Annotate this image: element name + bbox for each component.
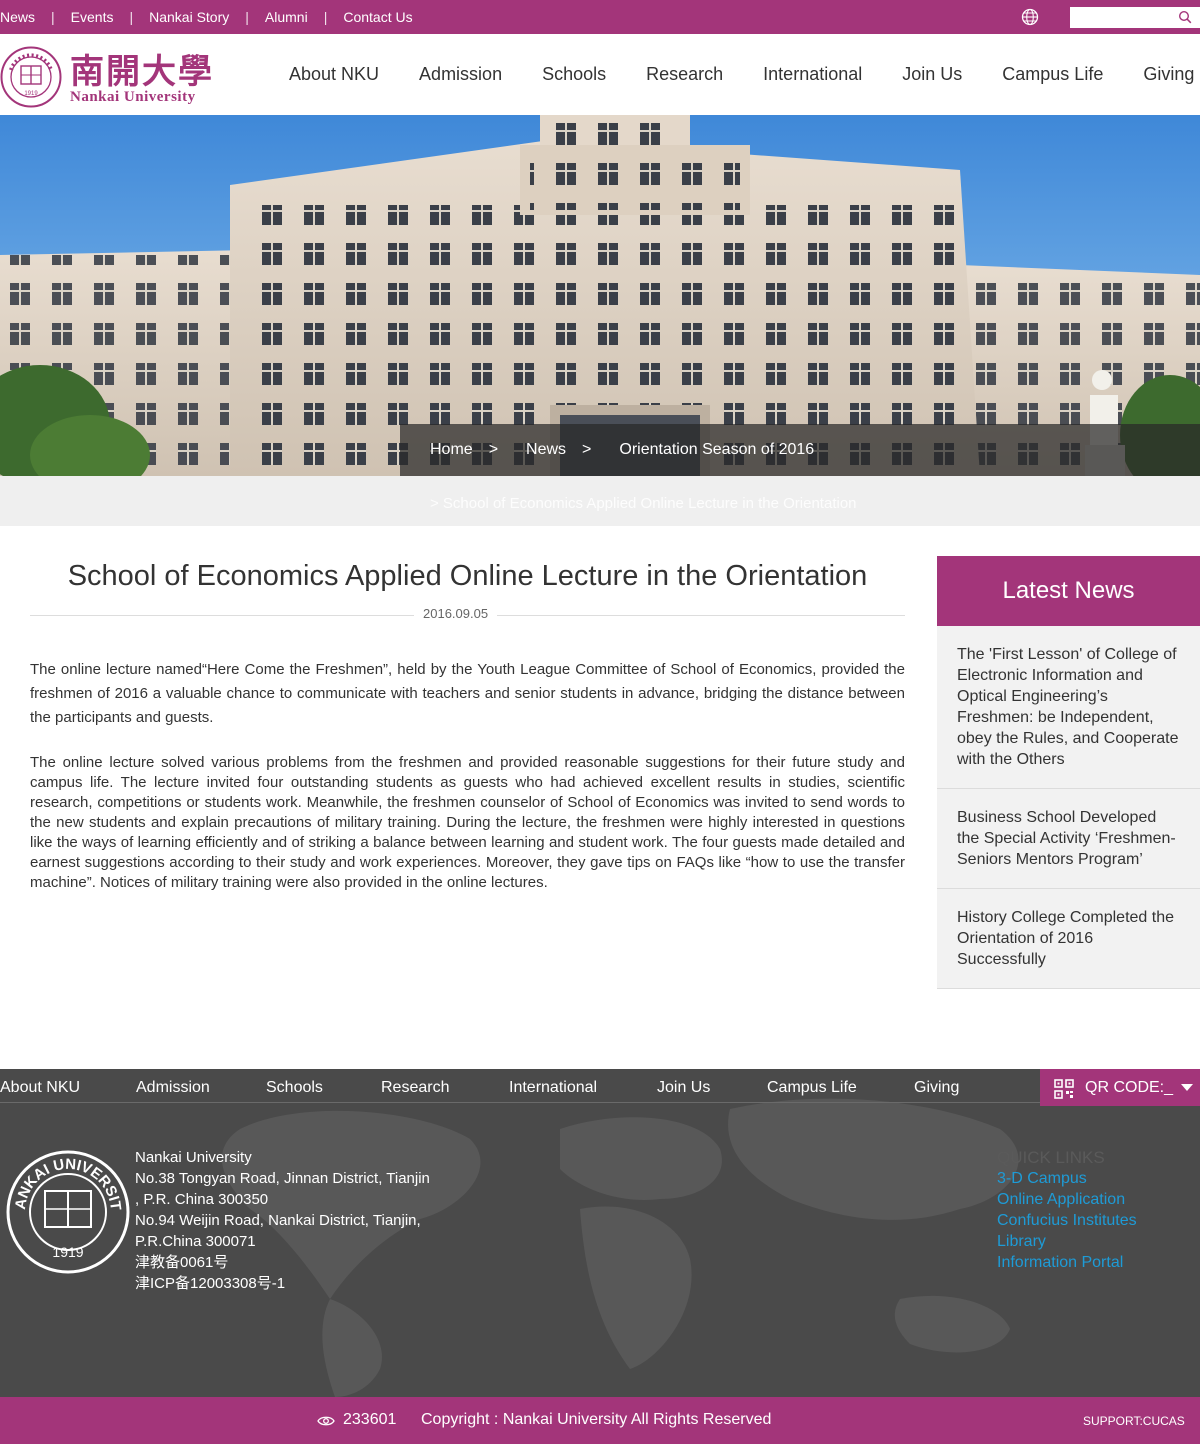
- footer-nav-schools[interactable]: Schools: [266, 1079, 323, 1097]
- nav-item-about-nku[interactable]: About NKU: [289, 64, 379, 85]
- university-seal-footer: NANKAI UNIVERSITY 1919: [5, 1149, 130, 1274]
- copyright-bar: 233601 Copyright : Nankai University All…: [0, 1397, 1200, 1444]
- site-header: 1919 南開大學 Nankai University About NKU Ad…: [0, 34, 1200, 115]
- logo-english-name[interactable]: Nankai University: [70, 89, 196, 106]
- quick-links: QUICK LINKS 3-D Campus Online Applicatio…: [997, 1147, 1137, 1273]
- utility-link-events[interactable]: Events: [71, 9, 114, 25]
- quick-link-confucius-institutes[interactable]: Confucius Institutes: [997, 1210, 1137, 1231]
- seal-year-text: 1919: [24, 91, 38, 97]
- utility-link-nankai-story[interactable]: Nankai Story: [149, 9, 229, 25]
- hero-banner: Home > News > Orientation Season of 2016: [0, 115, 1200, 476]
- qr-code-label: QR CODE:_: [1085, 1079, 1174, 1096]
- site-footer: About NKU Admission Schools Research Int…: [0, 1069, 1200, 1397]
- nav-item-campus-life[interactable]: Campus Life: [1002, 64, 1103, 85]
- university-seal-logo[interactable]: 1919: [0, 46, 62, 108]
- utility-link-contact-us[interactable]: Contact Us: [343, 9, 412, 25]
- logo-chinese-name[interactable]: 南開大學: [70, 44, 214, 93]
- qr-code-icon: [1054, 1079, 1074, 1099]
- breadcrumb: Home > News > Orientation Season of 2016: [400, 424, 1200, 476]
- campus-building-photo: [0, 115, 1200, 476]
- latest-news-item[interactable]: Business School Developed the Special Ac…: [937, 789, 1200, 889]
- footer-nav-international[interactable]: International: [509, 1079, 597, 1097]
- footer-nav-join-us[interactable]: Join Us: [657, 1079, 710, 1097]
- article-date: 2016.09.05: [414, 606, 498, 621]
- address-line[interactable]: 津教备0061号: [135, 1252, 455, 1273]
- nav-item-admission[interactable]: Admission: [419, 64, 502, 85]
- nav-item-giving[interactable]: Giving: [1143, 64, 1194, 85]
- nav-item-schools[interactable]: Schools: [542, 64, 606, 85]
- separator: |: [245, 9, 249, 25]
- latest-news-heading: Latest News: [937, 556, 1200, 626]
- seal-year-text: 1919: [52, 1244, 83, 1260]
- quick-links-heading: QUICK LINKS: [997, 1148, 1105, 1167]
- nav-item-international[interactable]: International: [763, 64, 862, 85]
- visit-counter: 233601: [343, 1411, 397, 1428]
- nav-item-join-us[interactable]: Join Us: [902, 64, 962, 85]
- separator: |: [323, 9, 328, 25]
- eye-icon: [317, 1416, 335, 1426]
- breadcrumb-news[interactable]: News: [526, 441, 566, 459]
- latest-news-item[interactable]: History College Completed the Orientatio…: [937, 889, 1200, 989]
- address-line: Nankai University: [135, 1149, 252, 1166]
- main-navigation: About NKU Admission Schools Research Int…: [289, 64, 1194, 85]
- footer-nav-admission[interactable]: Admission: [136, 1079, 210, 1097]
- utility-links: News | Events | Nankai Story | Alumni | …: [0, 0, 413, 34]
- quick-link-3d-campus[interactable]: 3-D Campus: [997, 1168, 1137, 1189]
- article-paragraph: The online lecture solved various proble…: [30, 754, 905, 891]
- breadcrumb-home[interactable]: Home: [430, 441, 473, 459]
- breadcrumb-current-page: > School of Economics Applied Online Lec…: [430, 495, 857, 512]
- utility-link-alumni[interactable]: Alumni: [265, 9, 308, 25]
- article-paragraph: The online lecture named“Here Come the F…: [30, 661, 905, 726]
- support-credit[interactable]: SUPPORT:CUCAS: [1083, 1414, 1185, 1428]
- quick-link-library[interactable]: Library: [997, 1231, 1137, 1252]
- address-line: , P.R. China 300350: [135, 1191, 269, 1208]
- quick-link-online-application[interactable]: Online Application: [997, 1189, 1137, 1210]
- address-line: No.38 Tongyan Road, Jinnan District, Tia…: [135, 1170, 430, 1187]
- chevron-down-icon: [1181, 1084, 1193, 1091]
- breadcrumb-separator: >: [582, 441, 592, 458]
- address-line: No.94 Weijin Road, Nankai District, Tian…: [135, 1212, 421, 1229]
- qr-code-dropdown[interactable]: QR CODE:_: [1040, 1069, 1200, 1106]
- sub-breadcrumb-bar: > School of Economics Applied Online Lec…: [0, 476, 1200, 526]
- seal-ring-text: NANKAI UNIVERSITY: [5, 1149, 124, 1211]
- search-icon[interactable]: [1178, 10, 1192, 24]
- article-title: School of Economics Applied Online Lectu…: [67, 560, 868, 592]
- copyright-text: Copyright : Nankai University All Rights…: [421, 1411, 772, 1428]
- separator: |: [129, 9, 134, 25]
- footer-nav-giving[interactable]: Giving: [914, 1079, 959, 1097]
- utility-link-news[interactable]: News: [0, 9, 35, 25]
- globe-icon[interactable]: [1021, 8, 1039, 26]
- breadcrumb-separator: >: [488, 441, 499, 458]
- footer-navigation: About NKU Admission Schools Research Int…: [0, 1069, 1040, 1103]
- footer-nav-research[interactable]: Research: [381, 1079, 449, 1097]
- quick-link-information-portal[interactable]: Information Portal: [997, 1252, 1137, 1273]
- breadcrumb-section[interactable]: Orientation Season of 2016: [619, 441, 814, 459]
- footer-nav-about-nku[interactable]: About NKU: [0, 1079, 80, 1097]
- separator: |: [51, 9, 55, 25]
- address-block: Nankai University No.38 Tongyan Road, Ji…: [135, 1147, 455, 1294]
- address-line: P.R.China 300071: [135, 1233, 256, 1250]
- top-utility-bar: News | Events | Nankai Story | Alumni | …: [0, 0, 1200, 34]
- footer-nav-campus-life[interactable]: Campus Life: [767, 1079, 857, 1097]
- nav-item-research[interactable]: Research: [646, 64, 723, 85]
- address-line[interactable]: 津ICP备12003308号-1: [135, 1273, 455, 1294]
- latest-news-item[interactable]: The 'First Lesson' of College of Electro…: [937, 626, 1200, 789]
